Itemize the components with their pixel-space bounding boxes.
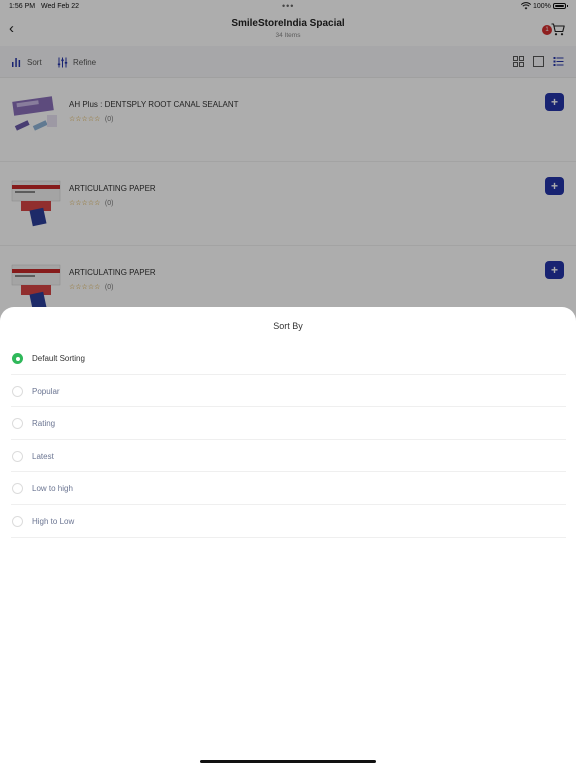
radio-unchecked-icon[interactable] [12,385,23,397]
sort-option-default[interactable]: Default Sorting [11,342,566,375]
home-indicator[interactable] [200,760,376,763]
sort-option-label: Low to high [32,484,73,494]
sort-option-label: Default Sorting [32,354,85,363]
radio-checked-icon[interactable] [12,353,23,364]
sort-option-high-to-low[interactable]: High to Low [11,505,566,538]
radio-unchecked-icon[interactable] [12,450,23,462]
sort-option-label: Rating [32,419,56,429]
sort-option-rating[interactable]: Rating [11,407,566,440]
sort-option-low-to-high[interactable]: Low to high [11,472,566,505]
sort-options-list: Default Sorting Popular Rating Latest Lo… [11,342,566,538]
radio-unchecked-icon[interactable] [12,483,23,495]
sort-option-label: Latest [32,451,54,461]
sort-option-label: High to Low [32,516,75,526]
sort-option-popular[interactable]: Popular [11,375,566,408]
radio-unchecked-icon[interactable] [12,418,23,430]
radio-unchecked-icon[interactable] [12,515,23,527]
sort-option-latest[interactable]: Latest [11,440,566,473]
sort-bottom-sheet: Sort By Default Sorting Popular Rating L… [0,307,576,768]
sort-option-label: Popular [32,386,60,396]
sheet-title: Sort By [273,321,303,331]
